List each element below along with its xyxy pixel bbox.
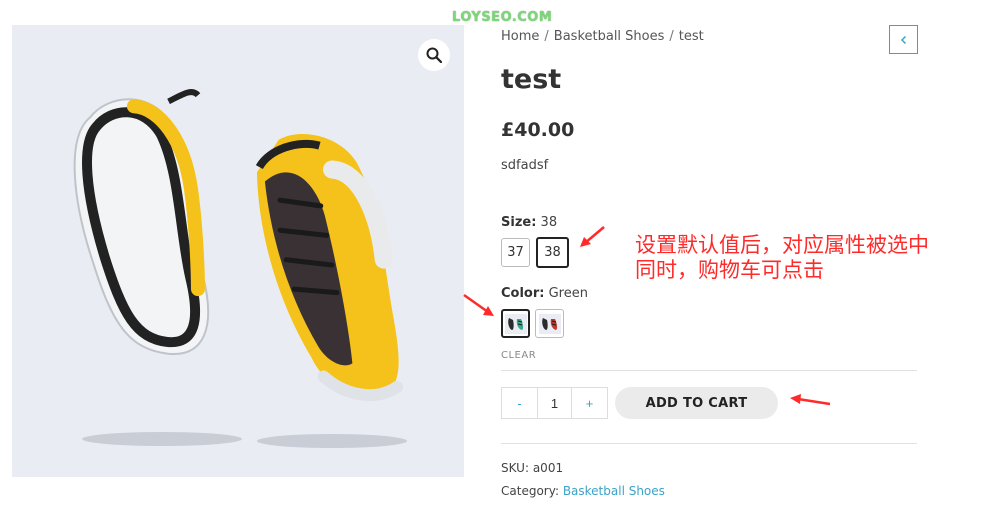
- product-price: £40.00: [501, 119, 575, 141]
- color-label-text: Color:: [501, 286, 545, 301]
- clear-link[interactable]: CLEAR: [501, 350, 536, 361]
- breadcrumb: Home / Basketball Shoes / test: [501, 29, 704, 44]
- annotation-arrow-color: [463, 293, 494, 316]
- category-link[interactable]: Basketball Shoes: [563, 484, 665, 498]
- annotation-line-1: 设置默认值后，对应属性被选中: [635, 233, 929, 257]
- divider: [501, 370, 917, 371]
- sku-line: SKU: a001: [501, 461, 563, 475]
- size-options: 37 38: [501, 237, 569, 268]
- back-button[interactable]: [889, 25, 918, 54]
- breadcrumb-home[interactable]: Home: [501, 29, 539, 44]
- quantity-decrease-button[interactable]: -: [502, 388, 537, 418]
- size-option-37[interactable]: 37: [501, 238, 530, 267]
- breadcrumb-separator: /: [544, 29, 549, 44]
- divider: [501, 443, 917, 444]
- annotation-arrow-size: [580, 226, 605, 247]
- color-swatch-red[interactable]: [535, 309, 564, 338]
- color-label: Color: Green: [501, 286, 588, 301]
- add-to-cart-button[interactable]: ADD TO CART: [615, 387, 778, 419]
- category-line: Category: Basketball Shoes: [501, 484, 665, 498]
- sku-value: a001: [532, 461, 564, 475]
- shoe-thumbnail-red: [538, 313, 561, 334]
- search-icon: [426, 47, 442, 63]
- product-image: [73, 89, 407, 448]
- product-description: sdfadsf: [501, 158, 549, 173]
- size-label: Size: 38: [501, 215, 557, 230]
- product-gallery: [12, 25, 464, 477]
- quantity-increase-button[interactable]: +: [572, 388, 607, 418]
- breadcrumb-separator: /: [669, 29, 674, 44]
- shoe-thumbnail-green: [504, 313, 527, 334]
- annotation-line-2: 同时，购物车可点击: [635, 258, 824, 282]
- size-label-text: Size:: [501, 215, 537, 230]
- annotation-text: 设置默认值后，对应属性被选中 同时，购物车可点击: [635, 233, 929, 283]
- breadcrumb-current: test: [678, 29, 704, 44]
- breadcrumb-category[interactable]: Basketball Shoes: [554, 29, 665, 44]
- size-option-38[interactable]: 38: [536, 237, 569, 268]
- category-label: Category:: [501, 484, 559, 498]
- size-selected-value: 38: [540, 215, 558, 230]
- quantity-input[interactable]: 1: [537, 388, 572, 418]
- color-swatch-green[interactable]: [501, 309, 530, 338]
- color-selected-value: Green: [548, 286, 588, 301]
- chevron-left-icon: [900, 35, 906, 44]
- annotation-arrow-cart: [790, 394, 831, 406]
- zoom-button[interactable]: [418, 39, 450, 71]
- color-options: [501, 309, 564, 338]
- product-title: test: [501, 64, 562, 95]
- sku-label: SKU:: [501, 461, 529, 475]
- quantity-stepper: - 1 +: [501, 387, 608, 419]
